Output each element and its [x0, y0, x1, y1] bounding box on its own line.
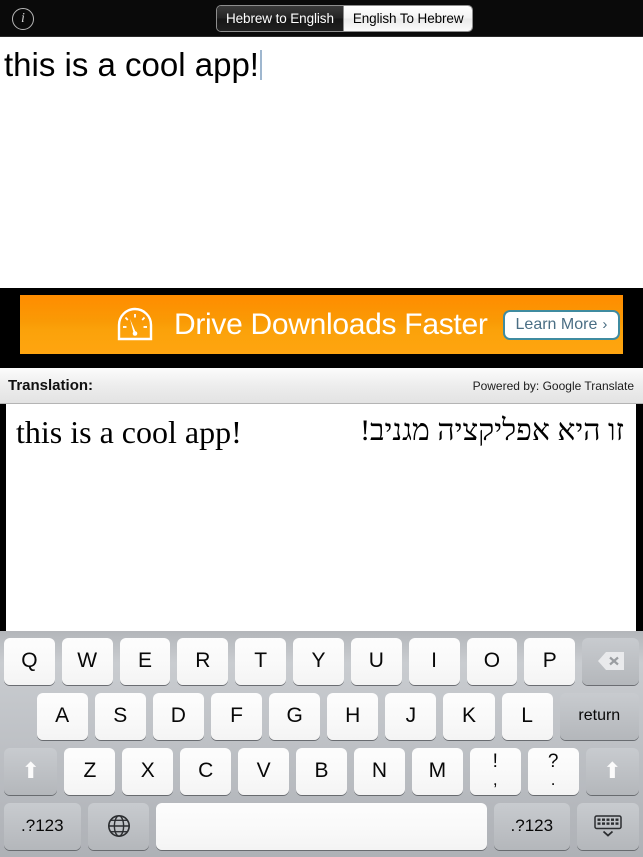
numeric-key-right[interactable]: .?123 — [493, 802, 571, 850]
key-h[interactable]: H — [327, 692, 379, 740]
onscreen-keyboard[interactable]: Q W E R T Y U I O P A S D F G H J K L re… — [0, 631, 643, 857]
key-r[interactable]: R — [177, 637, 229, 685]
ad-banner[interactable]: Drive Downloads Faster Learn More › — [20, 295, 623, 354]
key-question-period-glyphs: ? . — [547, 751, 559, 790]
key-z[interactable]: Z — [64, 747, 116, 795]
return-key[interactable]: return — [559, 692, 639, 740]
key-i[interactable]: I — [408, 637, 460, 685]
key-x[interactable]: X — [122, 747, 174, 795]
ad-strip: Drive Downloads Faster Learn More › — [0, 288, 643, 368]
globe-icon — [107, 815, 130, 837]
speedometer-icon — [117, 307, 153, 340]
hide-keyboard-icon — [594, 815, 622, 837]
keyboard-row-4: .?123 .?123 — [0, 800, 643, 852]
key-u[interactable]: U — [350, 637, 402, 685]
source-text-input[interactable]: this is a cool app! — [0, 37, 643, 288]
key-a[interactable]: A — [36, 692, 88, 740]
key-y[interactable]: Y — [293, 637, 344, 685]
key-period-bottom: . — [550, 770, 556, 790]
keyboard-row-3: ⬆ Z X C V B N M ! , ? . ⬆ — [0, 745, 643, 797]
shift-key-right[interactable]: ⬆ — [585, 747, 640, 795]
key-j[interactable]: J — [385, 692, 437, 740]
source-text-value: this is a cool app! — [4, 46, 262, 84]
key-d[interactable]: D — [152, 692, 204, 740]
powered-by-label: Powered by: Google Translate — [472, 379, 634, 393]
key-b[interactable]: B — [296, 747, 347, 795]
shift-key-left[interactable]: ⬆ — [4, 747, 58, 795]
text-caret — [259, 50, 262, 80]
key-m[interactable]: M — [411, 747, 463, 795]
app-root: i Hebrew to English English To Hebrew th… — [0, 0, 643, 857]
translation-header: Translation: Powered by: Google Translat… — [0, 368, 643, 404]
translation-target-text: זו היא אפליקציה מגניב! — [360, 414, 624, 447]
backspace-key[interactable] — [582, 637, 640, 685]
key-w[interactable]: W — [61, 637, 113, 685]
space-key[interactable] — [156, 802, 487, 850]
key-k[interactable]: K — [443, 692, 495, 740]
key-n[interactable]: N — [353, 747, 405, 795]
key-f[interactable]: F — [210, 692, 263, 740]
translation-label: Translation: — [8, 377, 94, 394]
learn-more-button[interactable]: Learn More › — [502, 309, 621, 340]
key-question-top: ? — [547, 751, 559, 773]
key-p[interactable]: P — [524, 637, 576, 685]
translation-result-area[interactable]: this is a cool app! זו היא אפליקציה מגני… — [6, 404, 636, 631]
source-text-string: this is a cool app! — [4, 46, 259, 83]
hide-keyboard-key[interactable] — [577, 802, 639, 850]
key-t[interactable]: T — [235, 637, 287, 685]
backspace-icon — [597, 652, 624, 670]
key-o[interactable]: O — [466, 637, 518, 685]
key-q[interactable]: Q — [4, 637, 55, 685]
chevron-right-icon: › — [602, 316, 608, 333]
key-e[interactable]: E — [119, 637, 171, 685]
key-g[interactable]: G — [269, 692, 321, 740]
key-c[interactable]: C — [180, 747, 232, 795]
segment-english-to-hebrew[interactable]: English To Hebrew — [343, 6, 473, 31]
keyboard-row-1: Q W E R T Y U I O P — [0, 635, 643, 687]
key-l[interactable]: L — [501, 692, 553, 740]
globe-key[interactable] — [87, 802, 150, 850]
key-comma-bottom: , — [492, 770, 498, 790]
shift-icon: ⬆ — [603, 758, 622, 783]
ad-title: Drive Downloads Faster — [174, 307, 488, 341]
learn-more-label: Learn More — [515, 315, 598, 333]
keyboard-row-2: A S D F G H J K L return — [0, 690, 643, 742]
key-exclamation-top: ! — [492, 751, 498, 773]
shift-icon: ⬆ — [21, 758, 40, 783]
key-exclamation-comma[interactable]: ! , — [469, 747, 521, 795]
key-v[interactable]: V — [238, 747, 290, 795]
key-exclamation-comma-glyphs: ! , — [492, 751, 498, 790]
key-question-period[interactable]: ? . — [527, 747, 579, 795]
segment-hebrew-to-english[interactable]: Hebrew to English — [217, 6, 344, 31]
key-s[interactable]: S — [94, 692, 146, 740]
translation-source-text: this is a cool app! — [16, 414, 242, 450]
info-icon[interactable]: i — [12, 8, 34, 30]
top-bar: i Hebrew to English English To Hebrew — [0, 0, 643, 37]
numeric-key-left[interactable]: .?123 — [4, 802, 81, 850]
translation-direction-segmented-control[interactable]: Hebrew to English English To Hebrew — [216, 5, 474, 32]
